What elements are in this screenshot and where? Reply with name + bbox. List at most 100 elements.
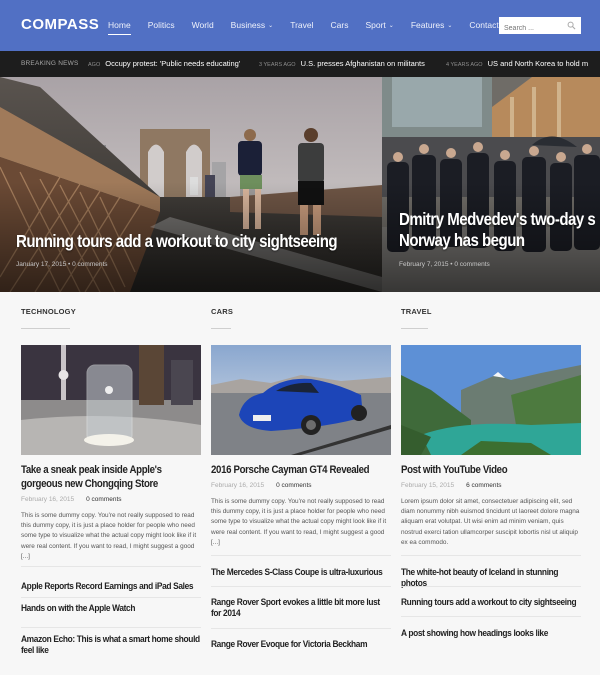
nav-item-contact[interactable]: Contact — [469, 0, 498, 51]
post-thumbnail-lake[interactable] — [401, 345, 581, 455]
list-post-title-text: A post showing how headings looks like — [401, 628, 549, 639]
nav-label: Features — [410, 20, 445, 30]
ticker-headline: U.S. presses Afghanistan on militants — [300, 59, 425, 68]
chevron-down-icon: ⌄ — [268, 23, 274, 29]
nav-item-sport[interactable]: Sport ⌄ — [365, 0, 393, 51]
hero-title-line: Dmitry Medvedev's two-day s — [399, 209, 596, 229]
chevron-down-icon: ⌄ — [447, 23, 453, 29]
featured-post-title[interactable]: Post with YouTube Video — [401, 463, 581, 477]
featured-post-title-text: 2016 Porsche Cayman GT4 Revealed — [211, 464, 370, 476]
divider — [401, 555, 581, 556]
list-post-title[interactable]: The Mercedes S-Class Coupe is ultra-luxu… — [211, 567, 391, 578]
site-logo[interactable]: COMPASS — [21, 16, 99, 33]
search-box — [499, 17, 581, 37]
nav-label: Cars — [330, 20, 349, 30]
section-title[interactable]: TRAVEL — [401, 307, 432, 316]
list-post-title-text: The Mercedes S-Class Coupe is ultra-luxu… — [211, 567, 383, 578]
nav-label: Sport — [365, 20, 386, 30]
nav-label: World — [191, 20, 214, 30]
list-post-title[interactable]: Apple Reports Record Earnings and iPad S… — [21, 581, 201, 592]
ticker-headline: US and North Korea to hold m — [487, 59, 589, 68]
site-header: COMPASS Home Politics World Business ⌄ Tr… — [0, 0, 600, 51]
nav-item-world[interactable]: World — [192, 0, 214, 51]
post-thumbnail-apple-store[interactable] — [21, 345, 201, 455]
post-date: February 16, 2015 — [211, 482, 265, 489]
ticker-item[interactable]: 3 YEARS AGO U.S. presses Afghanistan on m… — [259, 51, 425, 77]
nav-item-politics[interactable]: Politics — [148, 0, 175, 51]
nav-label: Business — [230, 20, 266, 30]
nav-label: Travel — [290, 20, 314, 30]
divider — [21, 597, 201, 598]
list-post-title-text: Hands on with the Apple Watch — [21, 603, 136, 614]
post-meta: February 15, 2015 6 comments — [401, 482, 502, 489]
nav-label: Contact — [469, 20, 499, 30]
nav-item-travel[interactable]: Travel — [290, 0, 313, 51]
section-divider — [401, 328, 428, 329]
divider — [21, 627, 201, 628]
featured-post-title[interactable]: Take a sneak peak inside Apple's gorgeou… — [21, 463, 201, 491]
post-date: February 15, 2015 — [401, 482, 455, 489]
hero-meta: January 17, 2015 • 0 comments — [16, 261, 108, 268]
post-comments-link[interactable]: 0 comments — [276, 482, 311, 489]
divider — [401, 586, 581, 587]
hero-meta: February 7, 2015 • 0 comments — [399, 261, 490, 268]
featured-post-title[interactable]: 2016 Porsche Cayman GT4 Revealed — [211, 463, 391, 477]
section-divider — [21, 328, 70, 329]
chevron-down-icon: ⌄ — [388, 23, 394, 29]
list-post-title-text: Amazon Echo: This is what a smart home s… — [21, 634, 200, 656]
search-icon[interactable] — [567, 21, 576, 30]
post-meta: February 16, 2015 0 comments — [21, 496, 122, 503]
post-excerpt: This is some dummy copy. You're not real… — [21, 512, 197, 560]
divider — [21, 566, 201, 567]
ticker-headline: Occupy protest: 'Public needs educating' — [105, 59, 241, 68]
hero-title[interactable]: Dmitry Medvedev's two-day s Norway has be… — [399, 209, 596, 251]
hero-slide-secondary[interactable]: Dmitry Medvedev's two-day s Norway has be… — [382, 77, 600, 292]
ticker-time: 4 YEARS AGO — [446, 62, 483, 68]
ticker-time: AGO — [88, 62, 101, 68]
post-comments-link[interactable]: 0 comments — [86, 496, 121, 503]
breaking-news-ticker: BREAKING NEWS AGO Occupy protest: 'Public… — [0, 51, 600, 77]
hero-slide-featured[interactable]: Running tours add a workout to city sigh… — [0, 77, 382, 292]
porsche-image — [211, 345, 391, 455]
apple-store-image — [21, 345, 201, 455]
list-post-title[interactable]: A post showing how headings looks like — [401, 628, 581, 639]
list-post-title-text: Range Rover Evoque for Victoria Beckham — [211, 639, 368, 650]
post-excerpt: This is some dummy copy. You're not real… — [211, 498, 387, 546]
list-post-title-text: Apple Reports Record Earnings and iPad S… — [21, 581, 194, 592]
main-nav: Home Politics World Business ⌄ Travel Car… — [108, 0, 516, 51]
nav-item-features[interactable]: Features ⌄ — [411, 0, 453, 51]
featured-post-title-text: Post with YouTube Video — [401, 464, 508, 476]
section-divider — [211, 328, 231, 329]
post-excerpt: Lorem ipsum dolor sit amet, consectetuer… — [401, 498, 580, 546]
nav-label: Home — [108, 20, 131, 30]
list-post-title[interactable]: Range Rover Sport evokes a little bit mo… — [211, 597, 391, 619]
section-title[interactable]: TECHNOLOGY — [21, 307, 76, 316]
section-title[interactable]: CARS — [211, 307, 233, 316]
list-post-title[interactable]: Hands on with the Apple Watch — [21, 603, 201, 614]
divider — [211, 628, 391, 629]
ticker-item[interactable]: 4 YEARS AGO US and North Korea to hold m — [446, 51, 588, 77]
divider — [211, 586, 391, 587]
nav-label: Politics — [147, 20, 175, 30]
divider — [401, 616, 581, 617]
nav-item-business[interactable]: Business ⌄ — [231, 0, 274, 51]
breaking-news-label: BREAKING NEWS — [21, 60, 79, 67]
hero-title[interactable]: Running tours add a workout to city sigh… — [16, 231, 338, 252]
list-post-title[interactable]: Amazon Echo: This is what a smart home s… — [21, 634, 201, 656]
list-post-title-text: Range Rover Sport evokes a little bit mo… — [211, 597, 380, 619]
list-post-title-text: Running tours add a workout to city sigh… — [401, 597, 577, 608]
divider — [211, 555, 391, 556]
ticker-item[interactable]: AGO Occupy protest: 'Public needs educati… — [88, 51, 240, 77]
search-input[interactable] — [499, 20, 565, 37]
nav-item-cars[interactable]: Cars — [331, 0, 349, 51]
post-comments-link[interactable]: 6 comments — [466, 482, 501, 489]
nav-item-home[interactable]: Home — [108, 0, 131, 51]
hero-title-line: Norway has begun — [399, 230, 525, 250]
list-post-title[interactable]: Range Rover Evoque for Victoria Beckham — [211, 639, 391, 650]
featured-post-title-text: Take a sneak peak inside Apple's gorgeou… — [21, 464, 162, 490]
post-date: February 16, 2015 — [21, 496, 75, 503]
mountain-lake-image — [401, 345, 581, 455]
list-post-title[interactable]: Running tours add a workout to city sigh… — [401, 597, 581, 608]
post-thumbnail-porsche[interactable] — [211, 345, 391, 455]
post-meta: February 16, 2015 0 comments — [211, 482, 312, 489]
